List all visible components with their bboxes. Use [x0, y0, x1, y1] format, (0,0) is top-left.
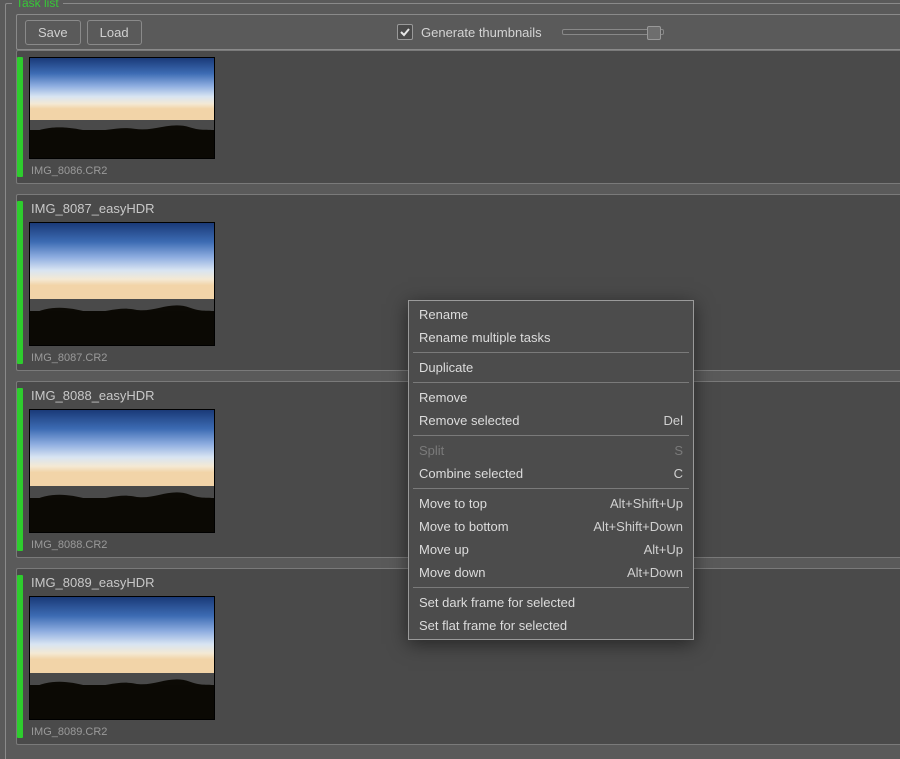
- ctx-remove-selected[interactable]: Remove selected Del: [409, 409, 693, 432]
- ctx-split: Split S: [409, 439, 693, 462]
- ctx-rename-multiple[interactable]: Rename multiple tasks: [409, 326, 693, 349]
- generate-thumbnails-label: Generate thumbnails: [421, 25, 542, 40]
- ctx-label: Move down: [419, 564, 485, 581]
- task-thumbnail[interactable]: [29, 409, 215, 533]
- ctx-combine-selected[interactable]: Combine selected C: [409, 462, 693, 485]
- context-menu[interactable]: Rename Rename multiple tasks Duplicate R…: [408, 300, 694, 640]
- ctx-move-down[interactable]: Move down Alt+Down: [409, 561, 693, 584]
- toolbar-center: Generate thumbnails: [397, 24, 664, 40]
- task-thumbnail[interactable]: [29, 222, 215, 346]
- save-button[interactable]: Save: [25, 20, 81, 45]
- task-status-bar: [17, 388, 23, 551]
- ctx-move-up[interactable]: Move up Alt+Up: [409, 538, 693, 561]
- ctx-shortcut: Alt+Up: [644, 541, 683, 558]
- ctx-separator: [413, 352, 689, 353]
- ctx-label: Set dark frame for selected: [419, 594, 575, 611]
- ctx-separator: [413, 435, 689, 436]
- task-image-name: IMG_8089.CR2: [31, 726, 894, 738]
- ctx-label: Move to top: [419, 495, 487, 512]
- ctx-separator: [413, 382, 689, 383]
- load-button[interactable]: Load: [87, 20, 142, 45]
- task-image-name: IMG_8086.CR2: [31, 165, 894, 177]
- task-thumbnail[interactable]: [29, 596, 215, 720]
- ctx-label: Rename multiple tasks: [419, 329, 551, 346]
- ctx-separator: [413, 587, 689, 588]
- ctx-duplicate[interactable]: Duplicate: [409, 356, 693, 379]
- ctx-shortcut: C: [674, 465, 683, 482]
- slider-thumb[interactable]: [647, 26, 661, 40]
- ctx-label: Remove selected: [419, 412, 519, 429]
- generate-thumbnails-checkbox[interactable]: [397, 24, 413, 40]
- ctx-label: Set flat frame for selected: [419, 617, 567, 634]
- ctx-move-bottom[interactable]: Move to bottom Alt+Shift+Down: [409, 515, 693, 538]
- ctx-shortcut: S: [674, 442, 683, 459]
- ctx-shortcut: Alt+Down: [627, 564, 683, 581]
- task-title: IMG_8087_easyHDR: [31, 201, 894, 216]
- ctx-label: Rename: [419, 306, 468, 323]
- task-body: IMG_8086.CR2: [29, 57, 894, 177]
- ctx-label: Duplicate: [419, 359, 473, 376]
- check-icon: [399, 26, 411, 38]
- toolbar: Save Load Generate thumbnails: [16, 14, 900, 50]
- ctx-set-flat-frame[interactable]: Set flat frame for selected: [409, 614, 693, 637]
- ctx-set-dark-frame[interactable]: Set dark frame for selected: [409, 591, 693, 614]
- task-status-bar: [17, 201, 23, 364]
- ctx-label: Move up: [419, 541, 469, 558]
- ctx-label: Split: [419, 442, 444, 459]
- ctx-shortcut: Alt+Shift+Up: [610, 495, 683, 512]
- task-row[interactable]: IMG_8086.CR2: [16, 50, 900, 184]
- task-status-bar: [17, 575, 23, 738]
- ctx-label: Remove: [419, 389, 467, 406]
- ctx-move-top[interactable]: Move to top Alt+Shift+Up: [409, 492, 693, 515]
- thumbnail-size-slider[interactable]: [562, 29, 664, 35]
- ctx-label: Move to bottom: [419, 518, 509, 535]
- ctx-remove[interactable]: Remove: [409, 386, 693, 409]
- task-status-bar: [17, 57, 23, 177]
- task-thumbnail[interactable]: [29, 57, 215, 159]
- ctx-label: Combine selected: [419, 465, 523, 482]
- ctx-shortcut: Alt+Shift+Down: [593, 518, 683, 535]
- ctx-rename[interactable]: Rename: [409, 303, 693, 326]
- ctx-shortcut: Del: [663, 412, 683, 429]
- panel-title: Task list: [12, 0, 63, 10]
- ctx-separator: [413, 488, 689, 489]
